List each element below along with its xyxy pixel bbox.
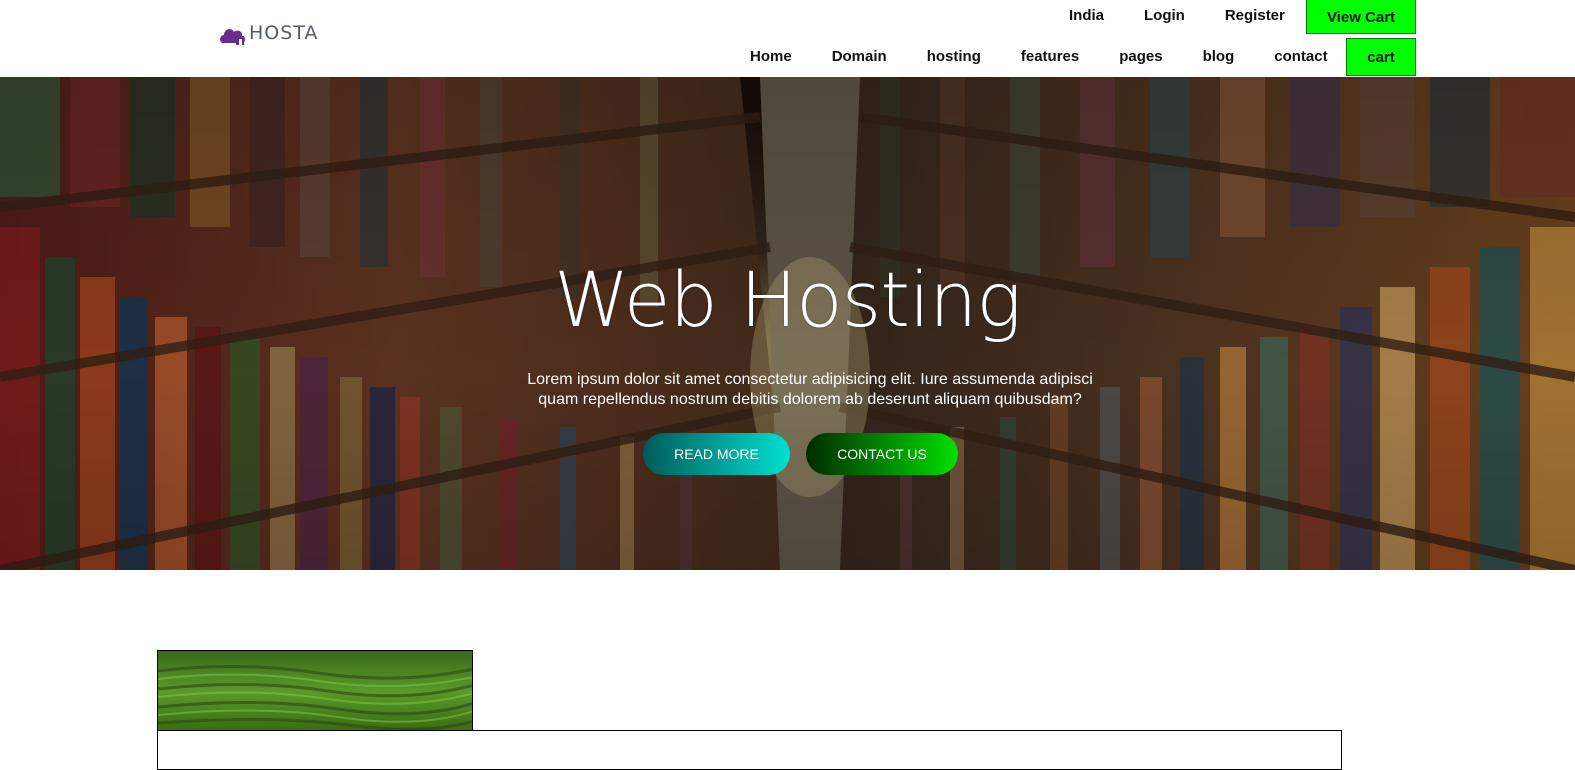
top-nav-login[interactable]: Login <box>1124 0 1205 34</box>
top-nav-register[interactable]: Register <box>1205 0 1305 34</box>
read-more-button[interactable]: READ MORE <box>643 433 790 475</box>
nav-domain[interactable]: Domain <box>812 48 907 65</box>
nav-features[interactable]: features <box>1001 48 1099 65</box>
nav-pages[interactable]: pages <box>1099 48 1182 65</box>
brand-logo[interactable]: HOSTA <box>219 21 318 45</box>
nav-hosting[interactable]: hosting <box>907 48 1001 65</box>
top-nav-india[interactable]: India <box>1049 0 1124 34</box>
hero-description: Lorem ipsum dolor sit amet consectetur a… <box>490 370 1130 410</box>
logo-text: HOSTA <box>249 22 319 44</box>
hero-description-line-1: Lorem ipsum dolor sit amet consectetur a… <box>527 371 1093 388</box>
content-card <box>157 730 1342 770</box>
tea-field-image <box>158 651 472 730</box>
hero-banner: Web Hosting Lorem ipsum dolor sit amet c… <box>0 77 1575 570</box>
hero-title: Web Hosting <box>554 255 1022 344</box>
nav-blog[interactable]: blog <box>1183 48 1255 65</box>
nav-contact[interactable]: contact <box>1254 48 1347 65</box>
view-cart-button[interactable]: View Cart <box>1306 0 1416 34</box>
cloud-house-icon <box>219 21 247 45</box>
nav-home[interactable]: Home <box>730 48 812 65</box>
main-nav: Home Domain hosting features pages blog … <box>730 36 1348 76</box>
tea-field-thumbnail <box>157 650 473 731</box>
contact-us-button[interactable]: CONTACT US <box>806 433 958 475</box>
hero-description-line-2: quam repellendus nostrum debitis dolorem… <box>538 391 1082 408</box>
cart-button[interactable]: cart <box>1346 38 1416 76</box>
top-nav: India Login Register <box>1049 0 1305 34</box>
site-header: HOSTA India Login Register View Cart Hom… <box>0 0 1575 77</box>
